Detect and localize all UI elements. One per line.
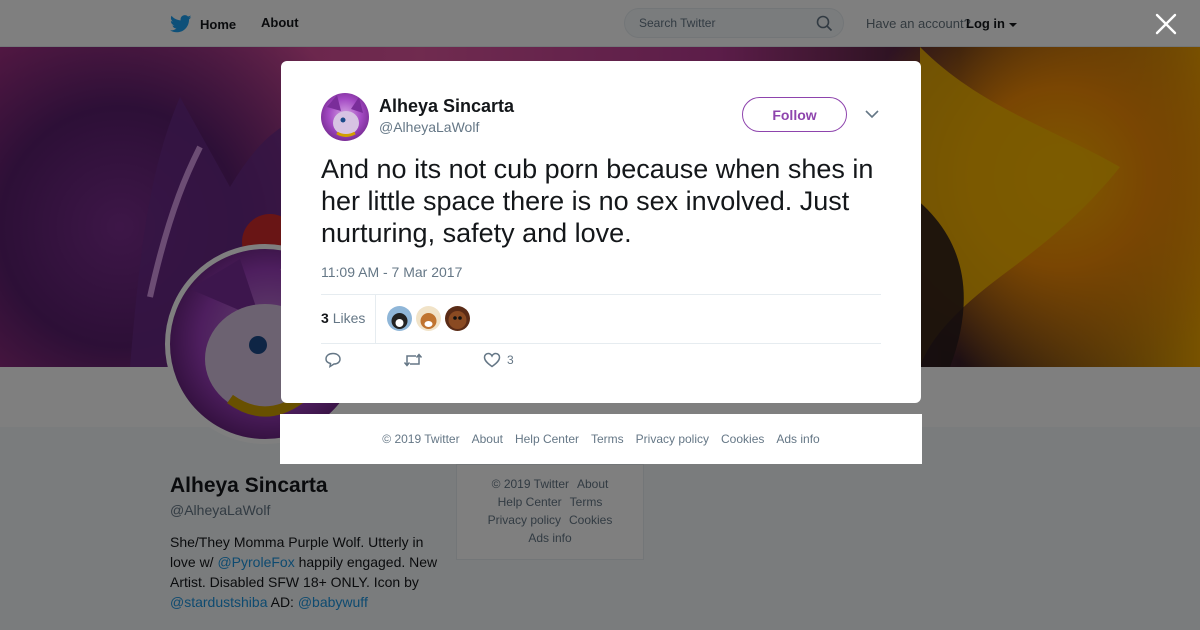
retweet-icon	[403, 353, 423, 367]
author-handle[interactable]: @AlheyaLaWolf	[379, 119, 479, 135]
follow-button[interactable]: Follow	[742, 97, 847, 132]
reply-icon	[325, 352, 341, 368]
stats-divider	[375, 295, 376, 343]
like-count: 3	[507, 353, 514, 367]
footer-terms-link[interactable]: Terms	[591, 432, 624, 446]
retweet-button[interactable]	[403, 352, 423, 368]
chevron-down-icon[interactable]	[865, 109, 879, 119]
like-button[interactable]: 3	[483, 352, 514, 368]
author-avatar[interactable]	[321, 93, 369, 141]
liker-avatar[interactable]	[416, 306, 441, 331]
liker-avatar[interactable]	[387, 306, 412, 331]
likes-number: 3	[321, 310, 329, 326]
footer-privacy-link[interactable]: Privacy policy	[636, 432, 709, 446]
footer-cookies-link[interactable]: Cookies	[721, 432, 764, 446]
likes-label: Likes	[332, 310, 366, 326]
tweet-modal: Alheya Sincarta @AlheyaLaWolf Follow And…	[281, 61, 921, 403]
footer-copyright: © 2019 Twitter	[382, 432, 460, 446]
tweet-actions: 3	[321, 352, 881, 376]
heart-icon	[483, 352, 501, 368]
tweet-text: And no its not cub porn because when she…	[321, 154, 874, 248]
footer-ads-link[interactable]: Ads info	[776, 432, 819, 446]
footer-help-link[interactable]: Help Center	[515, 432, 579, 446]
reply-button[interactable]	[324, 352, 342, 368]
author-name[interactable]: Alheya Sincarta	[379, 96, 514, 117]
tweet-stats: 3 Likes	[321, 294, 881, 344]
close-icon[interactable]	[1154, 12, 1178, 36]
tweet-timestamp[interactable]: 11:09 AM - 7 Mar 2017	[321, 264, 462, 280]
modal-footer: © 2019 Twitter About Help Center Terms P…	[280, 414, 922, 464]
liker-avatar[interactable]	[445, 306, 470, 331]
footer-about-link[interactable]: About	[472, 432, 503, 446]
likes-count[interactable]: 3 Likes	[321, 310, 365, 326]
